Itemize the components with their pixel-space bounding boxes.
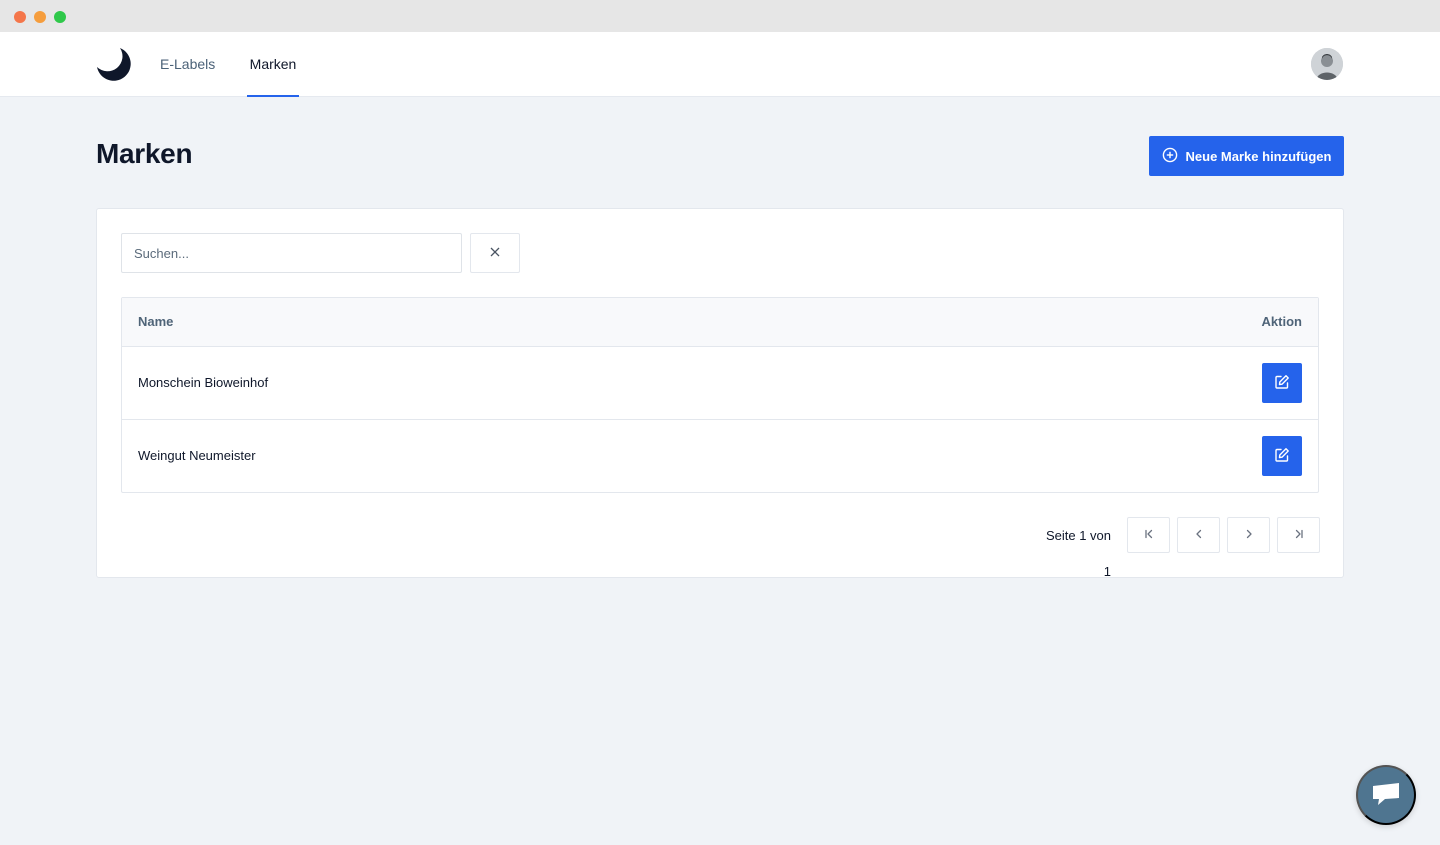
next-page-icon	[1243, 528, 1255, 543]
nav-item-elabels[interactable]: E-Labels	[160, 32, 215, 97]
close-icon	[489, 246, 501, 261]
window-minimize-button[interactable]	[34, 11, 46, 23]
brand-name-cell: Weingut Neumeister	[138, 448, 256, 463]
table-row: Weingut Neumeister	[122, 420, 1318, 493]
nav-item-marken[interactable]: Marken	[247, 32, 299, 97]
table-row: Monschein Bioweinhof	[122, 347, 1318, 420]
column-header-name: Name	[138, 314, 174, 329]
brands-table: Name Aktion Monschein Bioweinhof Weingut…	[121, 297, 1319, 493]
column-header-action: Aktion	[1261, 314, 1302, 329]
last-page-button[interactable]	[1277, 517, 1320, 553]
window-titlebar	[0, 0, 1440, 32]
plus-circle-icon	[1162, 147, 1178, 166]
brand-name-cell: Monschein Bioweinhof	[138, 375, 269, 390]
edit-icon	[1274, 447, 1290, 466]
pagination-label: Seite 1 von 1	[1045, 528, 1111, 579]
first-page-button[interactable]	[1127, 517, 1170, 553]
window-maximize-button[interactable]	[54, 11, 66, 23]
add-brand-button-label: Neue Marke hinzufügen	[1185, 148, 1332, 164]
user-avatar[interactable]	[1311, 48, 1343, 80]
edit-button[interactable]	[1262, 363, 1302, 403]
table-header: Name Aktion	[122, 298, 1318, 347]
page-title: Marken	[96, 138, 193, 169]
add-brand-button[interactable]: Neue Marke hinzufügen	[1149, 136, 1344, 176]
edit-button[interactable]	[1262, 436, 1302, 476]
search-input[interactable]	[121, 233, 462, 273]
prev-page-icon	[1193, 528, 1205, 543]
brands-card: Name Aktion Monschein Bioweinhof Weingut…	[96, 208, 1344, 579]
clear-search-button[interactable]	[470, 233, 520, 273]
next-page-button[interactable]	[1227, 517, 1270, 553]
edit-icon	[1274, 374, 1290, 393]
first-page-icon	[1143, 528, 1155, 543]
chat-bubble-icon	[1371, 781, 1401, 810]
last-page-icon	[1293, 528, 1305, 543]
crescent-logo-icon[interactable]	[95, 46, 133, 84]
window-close-button[interactable]	[14, 11, 26, 23]
prev-page-button[interactable]	[1177, 517, 1220, 553]
chat-launcher-button[interactable]	[1356, 765, 1416, 825]
top-navbar: E-Labels Marken	[0, 32, 1440, 97]
